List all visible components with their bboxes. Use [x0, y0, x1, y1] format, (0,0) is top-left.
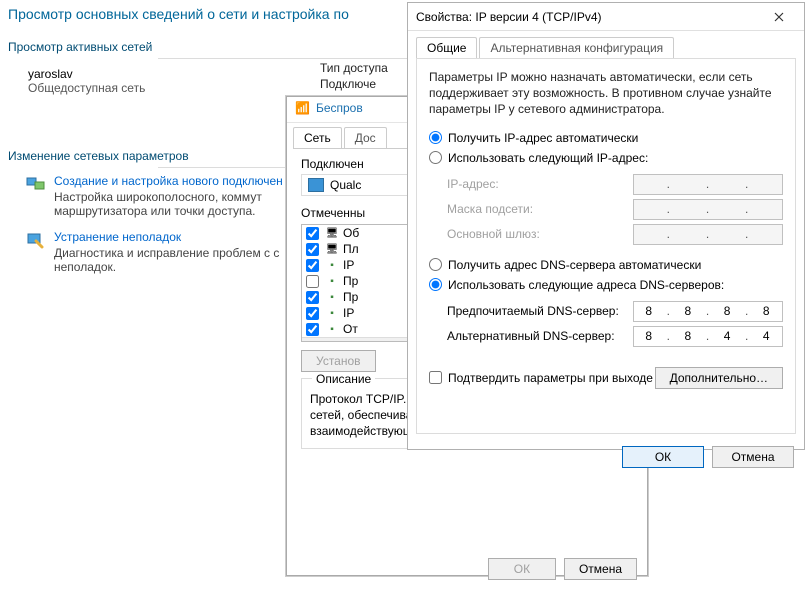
monitor-icon: 🖥 — [325, 227, 339, 239]
radio-dns-auto[interactable] — [429, 258, 442, 271]
dns-alt-label: Альтернативный DNS-сервер: — [447, 329, 615, 343]
radio-ip-manual-label[interactable]: Использовать следующий IP-адрес: — [448, 151, 648, 165]
radio-ip-auto[interactable] — [429, 131, 442, 144]
validate-on-exit-label[interactable]: Подтвердить параметры при выходе — [448, 371, 653, 385]
ip-address-field: ... — [633, 174, 783, 195]
tab-access[interactable]: Дос — [344, 127, 387, 148]
protocol-icon: ▪ — [325, 307, 339, 319]
radio-ip-manual[interactable] — [429, 151, 442, 164]
monitor-icon: 🖥 — [325, 243, 339, 255]
connection-wizard-icon — [26, 174, 46, 194]
radio-dns-auto-label[interactable]: Получить адрес DNS-сервера автоматически — [448, 258, 701, 272]
adapter-icon — [308, 178, 324, 192]
wifi-icon: 📶 — [295, 101, 310, 115]
intro-text: Параметры IP можно назначать автоматичес… — [429, 69, 783, 128]
radio-dns-manual[interactable] — [429, 278, 442, 291]
ipv4-dialog-title: Свойства: IP версии 4 (TCP/IPv4) — [416, 10, 602, 24]
advanced-button[interactable]: Дополнительно… — [655, 367, 783, 389]
subnet-mask-label: Маска подсети: — [447, 202, 533, 216]
subnet-mask-field: ... — [633, 199, 783, 220]
dns-alt-field[interactable]: 8. 8. 4. 4 — [633, 326, 783, 347]
protocol-icon: ▪ — [325, 259, 339, 271]
tab-alt-config[interactable]: Альтернативная конфигурация — [479, 37, 674, 58]
gateway-field: ... — [633, 224, 783, 245]
task-new-connection-link[interactable]: Создание и настройка нового подключен — [54, 174, 283, 188]
protocol-icon: ▪ — [325, 291, 339, 303]
ip-address-label: IP-адрес: — [447, 177, 499, 191]
access-type-label: Тип доступа — [320, 60, 388, 76]
radio-ip-auto-label[interactable]: Получить IP-адрес автоматически — [448, 131, 638, 145]
close-button[interactable] — [762, 7, 796, 27]
dns-preferred-field[interactable]: 8. 8. 8. 8 — [633, 301, 783, 322]
tab-network[interactable]: Сеть — [293, 127, 342, 148]
cancel-button[interactable]: Отмена — [712, 446, 794, 468]
dns-preferred-label: Предпочитаемый DNS-сервер: — [447, 304, 619, 318]
radio-dns-manual-label[interactable]: Использовать следующие адреса DNS-сервер… — [448, 278, 724, 292]
protocol-icon: ▪ — [325, 323, 339, 335]
task-troubleshoot-link[interactable]: Устранение неполадок — [54, 230, 181, 244]
troubleshoot-icon — [26, 230, 46, 250]
ipv4-dialog-titlebar[interactable]: Свойства: IP версии 4 (TCP/IPv4) — [408, 3, 804, 31]
gateway-label: Основной шлюз: — [447, 227, 540, 241]
tab-general[interactable]: Общие — [416, 37, 477, 58]
ok-button[interactable]: ОК — [622, 446, 704, 468]
ipv4-properties-dialog: Свойства: IP версии 4 (TCP/IPv4) Общие А… — [407, 2, 805, 450]
connections-label: Подключе — [320, 76, 388, 92]
cancel-button[interactable]: Отмена — [564, 558, 637, 580]
description-label: Описание — [312, 372, 375, 386]
ok-button[interactable]: ОК — [488, 558, 556, 580]
install-button[interactable]: Установ — [301, 350, 376, 372]
validate-on-exit-checkbox[interactable] — [429, 371, 442, 384]
close-icon — [774, 12, 784, 22]
protocol-icon: ▪ — [325, 275, 339, 287]
